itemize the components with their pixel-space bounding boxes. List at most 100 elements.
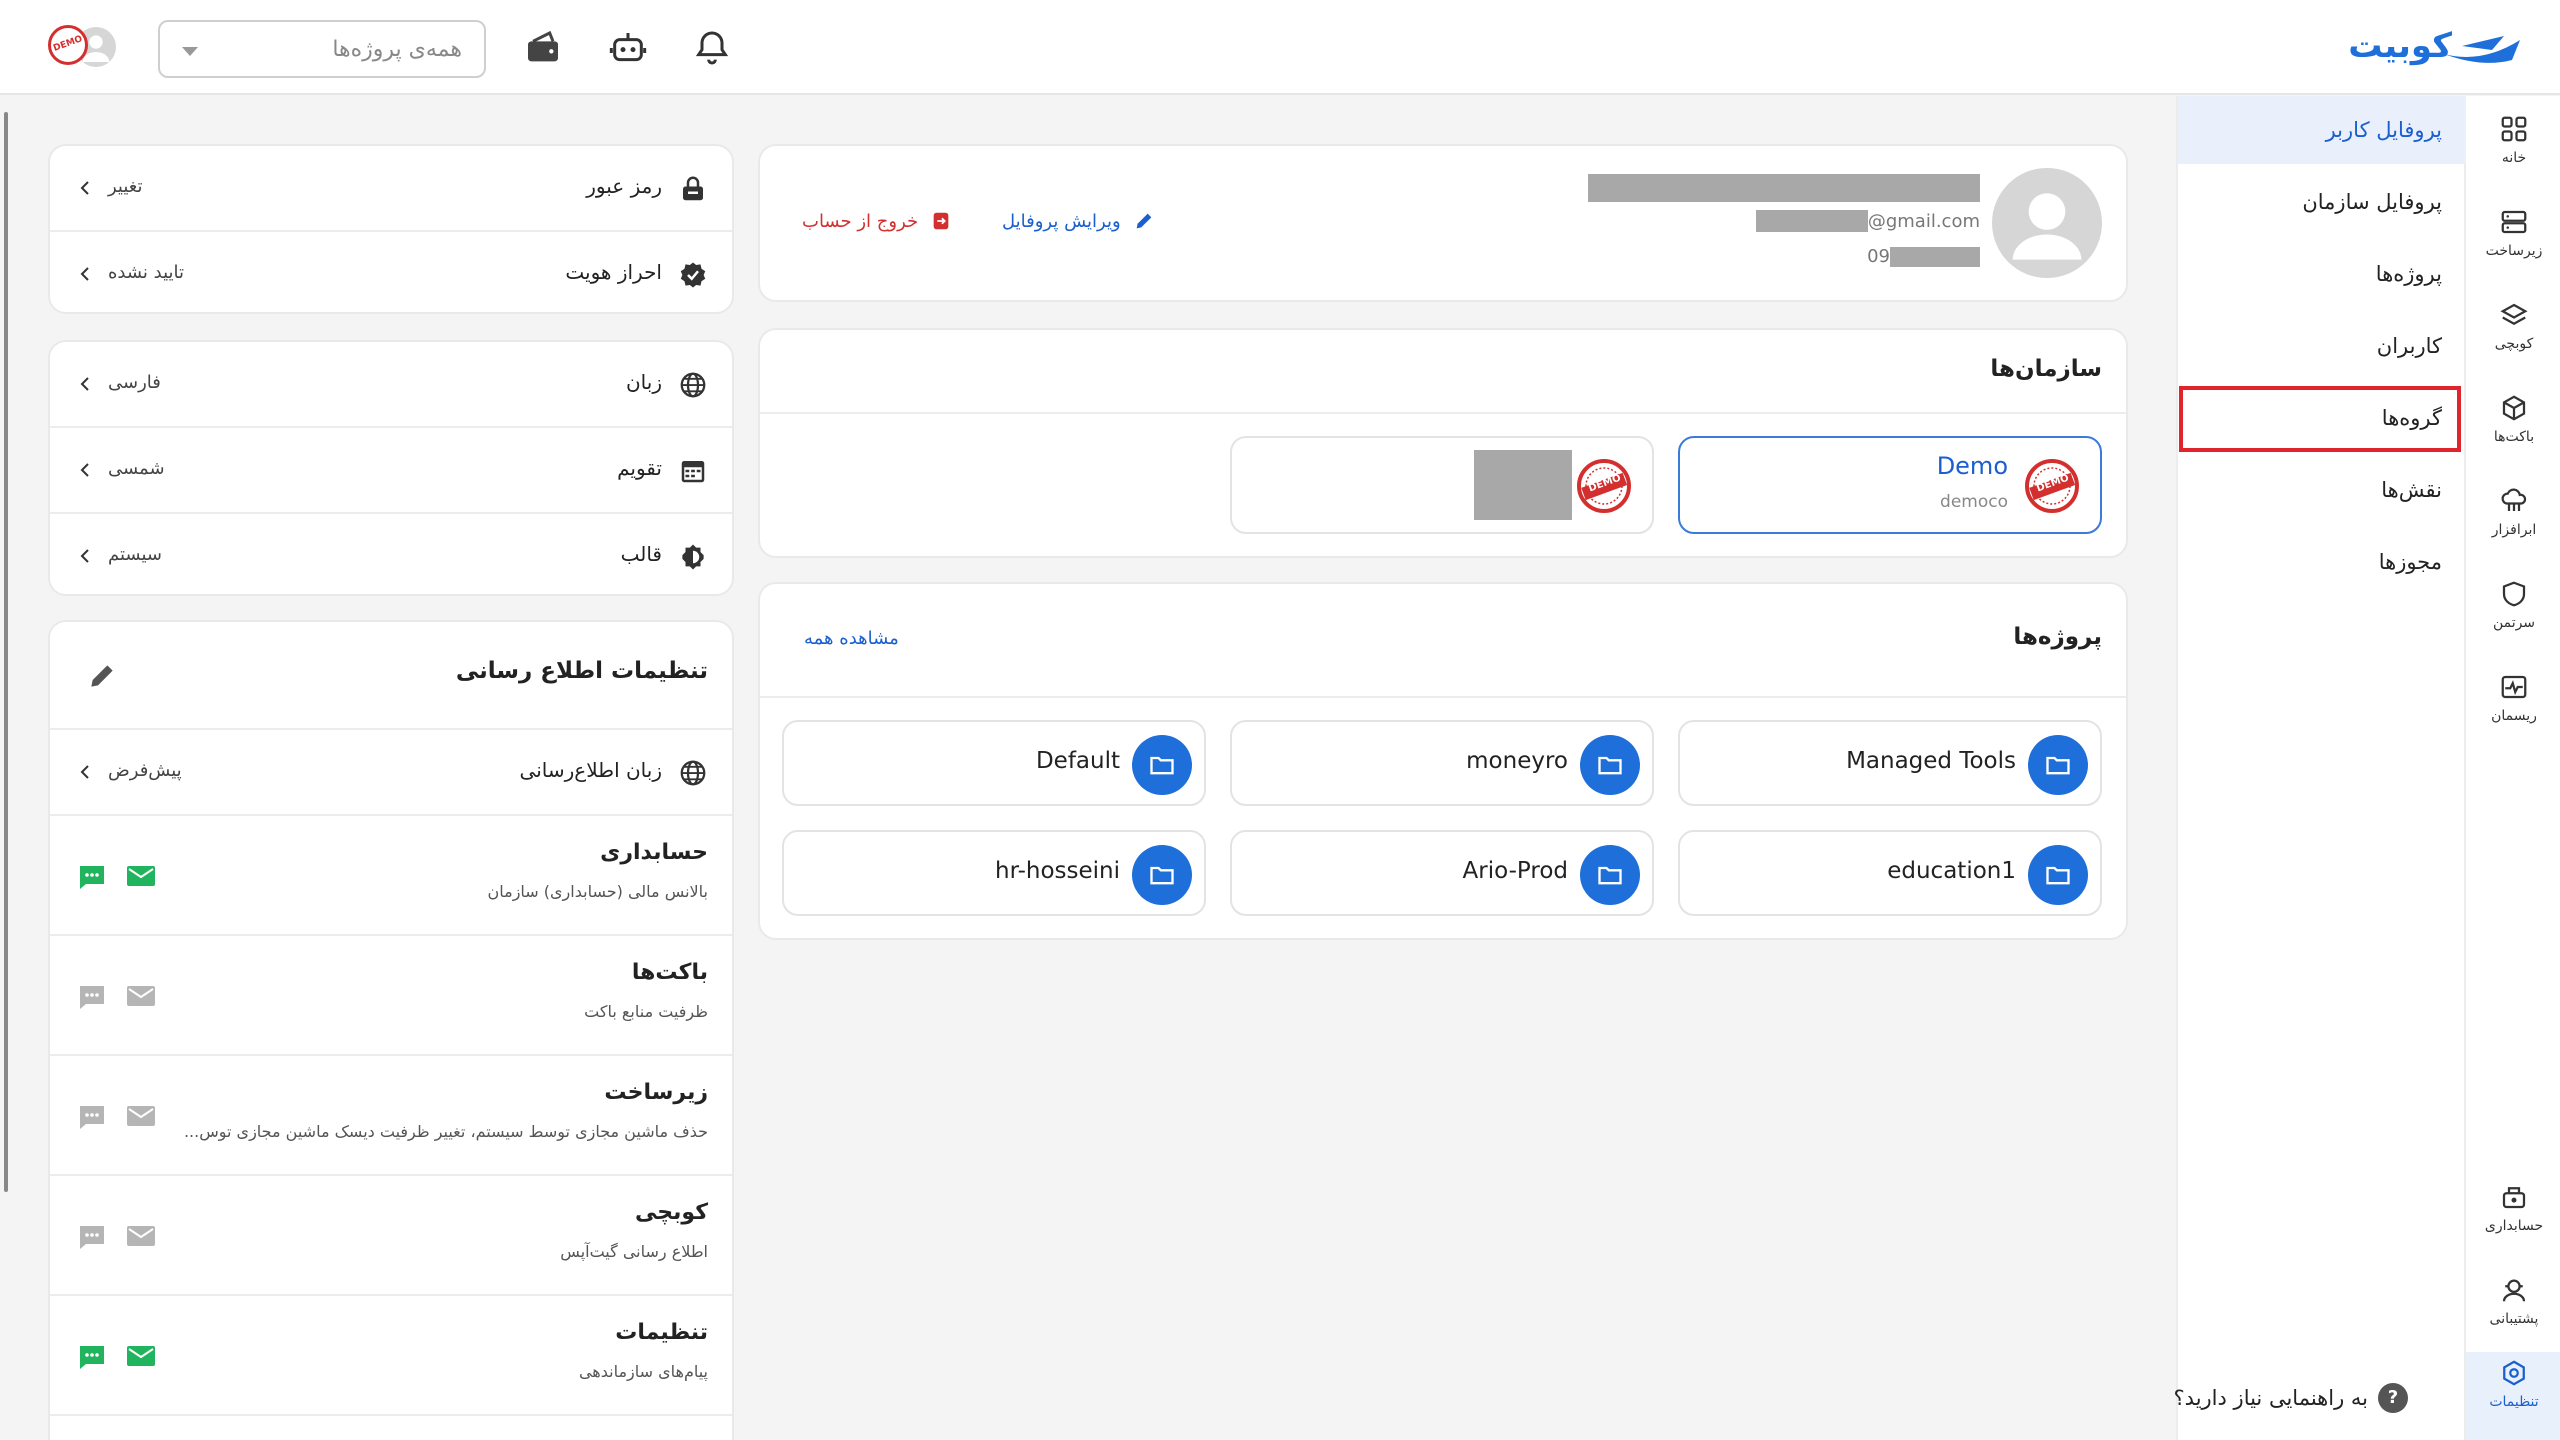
wallet-button[interactable]	[523, 28, 563, 68]
server-icon	[2501, 210, 2527, 234]
sms-toggle-icon[interactable]	[78, 1224, 106, 1250]
project-name: hr-hosseini	[995, 858, 1120, 884]
logout-label: خروج از حساب	[802, 210, 919, 232]
notification-title: کوبچی	[635, 1200, 708, 1225]
email-toggle-icon[interactable]	[126, 984, 156, 1008]
help-link[interactable]: ? به راهنمایی نیاز دارید؟	[2174, 1383, 2408, 1413]
chevron-left-icon	[80, 377, 89, 391]
email-toggle-icon[interactable]	[126, 1224, 156, 1248]
profile-avatar	[1992, 168, 2102, 278]
folder-icon	[1580, 845, 1640, 905]
rail-item-accounting[interactable]: حسابداری	[2466, 1176, 2560, 1260]
rail-item-settings[interactable]: تنظیمات	[2466, 1352, 2560, 1440]
subnav-item-org-profile[interactable]: پروفایل سازمان	[2178, 168, 2466, 236]
project-name: Ario-Prod	[1462, 858, 1568, 884]
notification-title: حسابداری	[600, 840, 708, 865]
project-tile[interactable]: Managed Tools	[1678, 720, 2102, 806]
security-card: رمز عبور تغییر احراز هویت تایید نشده	[48, 144, 734, 314]
project-tile[interactable]: Default	[782, 720, 1206, 806]
notification-language-row[interactable]: زبان اطلاع‌رسانی پیش‌فرض	[50, 730, 732, 814]
password-row[interactable]: رمز عبور تغییر	[50, 146, 732, 230]
brand-logo[interactable]: کوبیت	[2342, 22, 2522, 72]
see-all-projects-link[interactable]: مشاهده همه	[804, 628, 899, 649]
notification-description: پیام‌های سازماندهی	[578, 1362, 708, 1381]
project-tile[interactable]: moneyro	[1230, 720, 1654, 806]
subnav-item-users[interactable]: کاربران	[2178, 312, 2466, 380]
assistant-button[interactable]	[608, 28, 648, 68]
folder-icon	[2028, 845, 2088, 905]
projects-divider	[760, 696, 2126, 698]
rail-item-label: خانه	[2501, 150, 2527, 166]
boat-logo-icon	[2444, 36, 2520, 63]
phone-redacted	[1890, 246, 1980, 267]
rail-item-kubchi[interactable]: کوبچی	[2466, 294, 2560, 378]
globe-icon	[680, 760, 706, 786]
theme-row[interactable]: قالب سیستم	[50, 514, 732, 598]
user-icon	[2012, 193, 2082, 260]
subnav-item-projects[interactable]: پروژه‌ها	[2178, 240, 2466, 308]
calendar-row[interactable]: تقویم شمسی	[50, 428, 732, 512]
projects-card: پروژه‌ها مشاهده همه Managed Tools moneyr…	[758, 582, 2128, 940]
icon-rail: خانه زیرساخت کوبچی باکت‌ها ابرافزار سرتم…	[2464, 96, 2560, 1440]
theme-icon	[682, 544, 704, 570]
org-tile-demo[interactable]: DEMO Demo democo	[1678, 436, 2102, 534]
notifications-button[interactable]	[692, 28, 732, 68]
rail-item-home[interactable]: خانه	[2466, 108, 2560, 192]
email-toggle-icon[interactable]	[126, 1344, 156, 1368]
chevron-left-icon	[80, 765, 89, 779]
project-tile[interactable]: education1	[1678, 830, 2102, 916]
rail-item-label: تنظیمات	[2489, 1394, 2539, 1410]
project-select-placeholder: همه‌ی پروژه‌ها	[332, 37, 462, 62]
notification-description: حذف ماشین مجازی توسط سیستم، تغییر ظرفیت …	[183, 1122, 708, 1141]
notification-title: زیرساخت	[604, 1080, 708, 1105]
rail-item-sertaman[interactable]: سرتمن	[2466, 573, 2560, 657]
preferences-card: زبان فارسی تقویم شمسی قالب سیستم	[48, 340, 734, 596]
edit-pencil-icon[interactable]	[86, 660, 118, 692]
identity-row[interactable]: احراز هویت تایید نشده	[50, 232, 732, 316]
edit-profile-button[interactable]: ویرایش پروفایل	[1002, 210, 1155, 232]
org-tile-redacted[interactable]: DEMO	[1230, 436, 1654, 534]
sms-toggle-icon[interactable]	[78, 1344, 106, 1370]
email-redacted	[1755, 210, 1868, 232]
project-tile[interactable]: hr-hosseini	[782, 830, 1206, 916]
profile-card: @gmail.com 09 ویرایش پروفایل خروج از حسا…	[758, 144, 2128, 302]
notification-title: باکت‌ها	[631, 960, 708, 985]
rail-item-cloud-app[interactable]: ابرافزار	[2466, 480, 2560, 564]
project-name: Default	[1035, 748, 1120, 774]
language-label: زبان	[625, 370, 662, 394]
rail-item-support[interactable]: پشتیبانی	[2466, 1269, 2560, 1353]
notification-settings-title: تنظیمات اطلاع رسانی	[455, 658, 708, 684]
org-badge-icon: DEMO	[48, 25, 88, 65]
rail-item-buckets[interactable]: باکت‌ها	[2466, 387, 2560, 471]
rail-item-rismaan[interactable]: ریسمان	[2466, 666, 2560, 750]
orgs-divider	[760, 412, 2126, 414]
rail-item-infrastructure[interactable]: زیرساخت	[2466, 201, 2560, 285]
rail-item-label: ابرافزار	[2491, 522, 2537, 538]
email-toggle-icon[interactable]	[126, 864, 156, 888]
notification-description: ظرفیت منابع باکت	[584, 1002, 708, 1021]
scrollbar[interactable]	[4, 112, 8, 1192]
subnav-item-user-profile[interactable]: پروفایل کاربر	[2178, 96, 2466, 164]
project-name: moneyro	[1466, 748, 1568, 774]
user-avatar-button[interactable]: DEMO	[48, 22, 124, 72]
top-bar: کوبیت همه‌ی پروژه‌ها DEMO	[0, 0, 2560, 95]
sms-toggle-icon[interactable]	[78, 984, 106, 1010]
language-row[interactable]: زبان فارسی	[50, 342, 732, 426]
sms-toggle-icon[interactable]	[78, 1104, 106, 1130]
cube-icon	[2502, 395, 2526, 421]
project-tile[interactable]: Ario-Prod	[1230, 830, 1654, 916]
phone-prefix: 09	[1867, 246, 1890, 267]
sms-toggle-icon[interactable]	[78, 864, 106, 890]
rail-item-label: باکت‌ها	[2493, 429, 2535, 445]
subnav-item-permissions[interactable]: مجوزها	[2178, 528, 2466, 596]
email-toggle-icon[interactable]	[126, 1104, 156, 1128]
logout-button[interactable]: خروج از حساب	[802, 210, 952, 232]
subnav-item-roles[interactable]: نقش‌ها	[2178, 456, 2466, 524]
rail-item-label: زیرساخت	[2485, 243, 2543, 259]
folder-icon	[1132, 845, 1192, 905]
chevron-left-icon	[80, 181, 89, 195]
project-select[interactable]: همه‌ی پروژه‌ها	[158, 20, 486, 78]
notification-description: بالانس مالی (حسابداری) سازمان	[487, 882, 709, 901]
lock-icon	[683, 176, 703, 201]
cloud-app-icon	[2501, 488, 2527, 511]
